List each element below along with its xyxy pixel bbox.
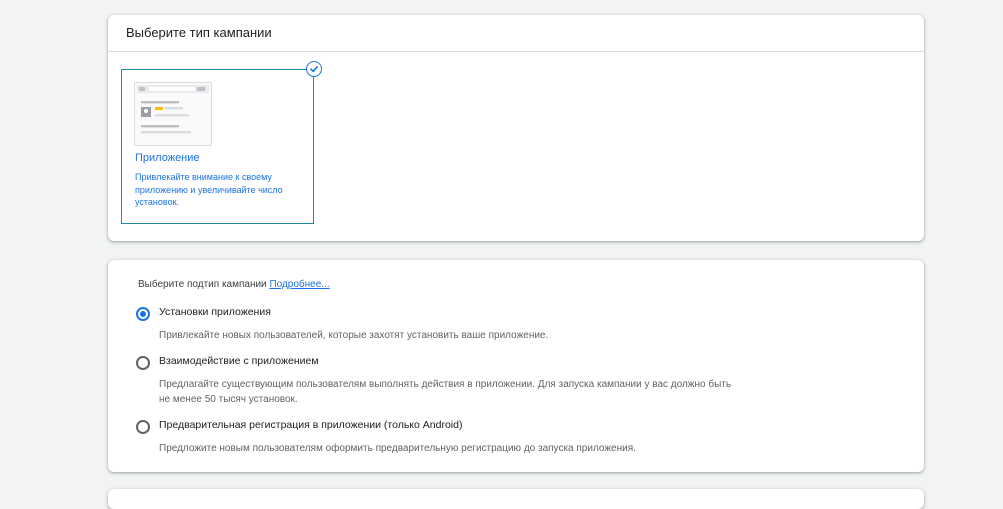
- radio-app-installs[interactable]: [136, 307, 150, 321]
- campaign-type-card: Выберите тип кампании Приложение Привлек…: [108, 15, 924, 241]
- option-description: Предлагайте существующим пользователям в…: [159, 379, 732, 405]
- option-title: Взаимодействие с приложением: [159, 355, 319, 367]
- app-thumbnail-icon: [134, 82, 212, 146]
- selected-check-icon: [306, 61, 322, 77]
- learn-more-link[interactable]: Подробнее...: [269, 279, 329, 290]
- option-title: Предварительная регистрация в приложении…: [159, 419, 463, 431]
- option-title: Установки приложения: [159, 306, 271, 318]
- app-campaign-tile[interactable]: Приложение Привлекайте внимание к своему…: [121, 69, 314, 224]
- campaign-type-header: Выберите тип кампании: [108, 15, 924, 52]
- subtype-label: Выберите подтип кампании Подробнее...: [138, 279, 330, 290]
- radio-app-engagement[interactable]: [136, 356, 150, 370]
- campaign-subtype-card: Выберите подтип кампании Подробнее... Ус…: [108, 260, 924, 472]
- tile-description: Привлекайте внимание к своему приложению…: [135, 172, 283, 207]
- tile-title: Приложение: [135, 152, 200, 164]
- subtype-label-text: Выберите подтип кампании: [138, 279, 267, 290]
- option-description: Привлекайте новых пользователей, которые…: [159, 330, 549, 341]
- radio-pre-registration[interactable]: [136, 420, 150, 434]
- next-section-card: [108, 489, 924, 509]
- option-description: Предложите новым пользователям оформить …: [159, 443, 636, 454]
